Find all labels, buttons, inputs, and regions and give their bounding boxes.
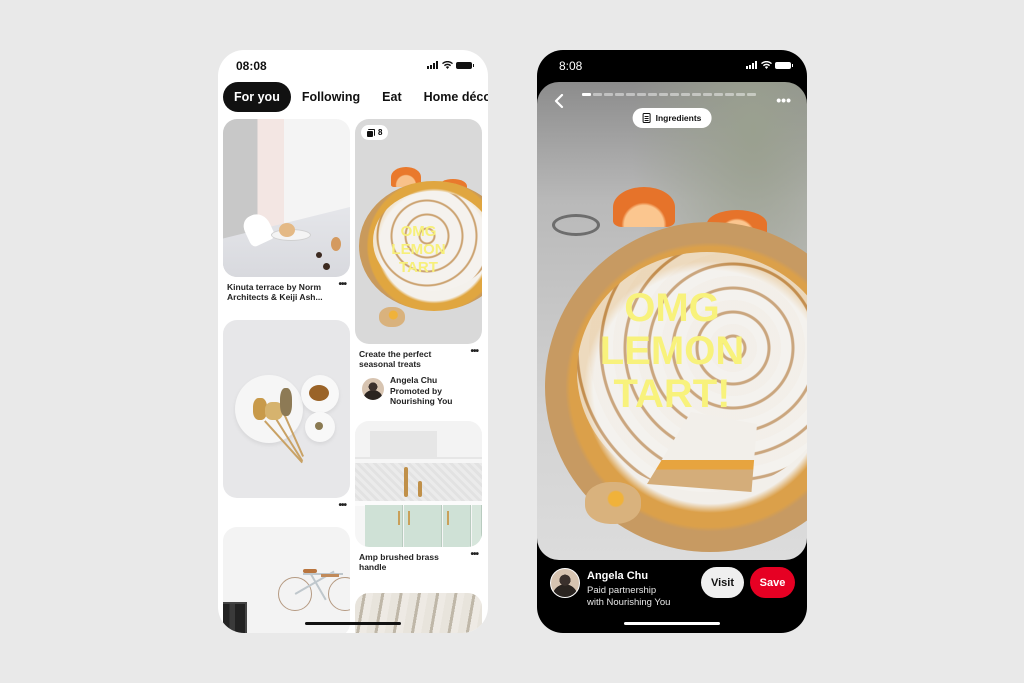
battery-icon — [775, 61, 793, 69]
tab-home-decor[interactable]: Home décor — [413, 82, 488, 112]
tab-following[interactable]: Following — [291, 82, 371, 112]
pin-card[interactable]: Kinuta terrace by Norm Architects & Keij… — [223, 119, 350, 302]
pin-image-kitchen[interactable] — [355, 420, 482, 547]
save-button[interactable]: Save — [750, 567, 795, 598]
progress-segment — [747, 93, 756, 96]
pin-count: 8 — [378, 128, 383, 137]
pin-title: Amp brushed brass handle — [359, 551, 439, 572]
promoted-by-row[interactable]: Angela Chu Promoted by Nourishing You — [355, 369, 482, 407]
ingredients-label: Ingredients — [655, 113, 702, 123]
pin-detail-screen: 8:08 ••• Ingredients OMG LEMON TART! Ang… — [537, 50, 807, 633]
creator-avatar[interactable] — [550, 568, 580, 598]
pin-card[interactable]: ••• — [223, 320, 350, 511]
progress-segment — [681, 93, 690, 96]
promoter-name: Nourishing You — [390, 396, 453, 406]
back-button[interactable] — [553, 93, 567, 109]
progress-segment — [637, 93, 646, 96]
home-feed-screen: 08:08 For you Following Eat Home décor K… — [218, 50, 488, 633]
creator-name: Angela Chu — [390, 375, 438, 385]
document-icon — [642, 113, 651, 123]
progress-segment — [725, 93, 734, 96]
pin-image-kinuta-terrace[interactable] — [223, 119, 350, 277]
promoted-label: Promoted by — [390, 385, 442, 396]
pin-card[interactable] — [355, 592, 482, 633]
pin-card[interactable] — [223, 527, 350, 633]
more-options-icon[interactable]: ••• — [470, 347, 478, 369]
status-bar: 08:08 — [218, 50, 488, 80]
progress-segment — [659, 93, 668, 96]
status-time: 08:08 — [236, 59, 267, 73]
pin-title: Kinuta terrace by Norm Architects & Keij… — [227, 282, 323, 302]
multiple-pins-icon — [367, 128, 375, 137]
progress-segment — [648, 93, 657, 96]
more-options-icon[interactable]: ••• — [338, 501, 346, 511]
visit-button[interactable]: Visit — [701, 567, 744, 598]
feed-column-left: Kinuta terrace by Norm Architects & Keij… — [223, 119, 350, 633]
pin-card[interactable]: Amp brushed brass handle ••• — [355, 420, 482, 572]
pin-count-badge: 8 — [361, 125, 389, 140]
pin-card-promoted[interactable]: 8 OMG LEMON TART Create the perfect seas… — [355, 119, 482, 407]
chevron-left-icon — [554, 93, 564, 109]
progress-segment — [615, 93, 624, 96]
pin-image-lemon-tart[interactable]: 8 OMG LEMON TART — [355, 119, 482, 344]
more-options-icon[interactable]: ••• — [338, 280, 346, 302]
pin-title: Create the perfect seasonal treats — [359, 349, 432, 369]
overlay-text: OMG LEMON TART! — [599, 286, 745, 416]
tab-eat[interactable]: Eat — [371, 82, 412, 112]
status-bar: 8:08 — [537, 50, 807, 80]
more-options-button[interactable]: ••• — [776, 93, 791, 107]
partnership-text: Paid partnership with Nourishing You — [587, 585, 671, 608]
more-options-icon[interactable]: ••• — [470, 549, 478, 572]
progress-segment — [593, 93, 602, 96]
home-indicator[interactable] — [624, 622, 720, 625]
progress-segment — [582, 93, 591, 96]
cellular-signal-icon — [746, 61, 757, 69]
battery-icon — [456, 61, 474, 69]
progress-segment — [670, 93, 679, 96]
pin-image-tempura[interactable] — [223, 320, 350, 498]
idea-pin-media[interactable]: ••• Ingredients OMG LEMON TART! — [537, 82, 807, 560]
wifi-icon — [761, 61, 772, 69]
status-time: 8:08 — [559, 59, 583, 73]
pin-footer: Angela Chu Paid partnership with Nourish… — [537, 564, 807, 608]
progress-segment — [626, 93, 635, 96]
overlay-text: OMG LEMON TART — [391, 223, 446, 276]
feed-tabs: For you Following Eat Home décor — [223, 82, 488, 112]
cellular-signal-icon — [427, 61, 438, 69]
ingredients-button[interactable]: Ingredients — [632, 108, 712, 128]
wifi-icon — [442, 61, 453, 69]
progress-segment — [714, 93, 723, 96]
pin-image-blanket[interactable] — [355, 592, 482, 633]
progress-segment — [736, 93, 745, 96]
story-progress-bar — [582, 93, 756, 96]
progress-segment — [604, 93, 613, 96]
pin-image-bicycle[interactable] — [223, 527, 350, 633]
feed-column-right: 8 OMG LEMON TART Create the perfect seas… — [355, 119, 482, 633]
progress-segment — [692, 93, 701, 96]
progress-segment — [703, 93, 712, 96]
creator-name[interactable]: Angela Chu — [587, 570, 648, 582]
home-indicator[interactable] — [305, 622, 401, 625]
creator-avatar[interactable] — [361, 377, 385, 401]
tab-for-you[interactable]: For you — [223, 82, 291, 112]
